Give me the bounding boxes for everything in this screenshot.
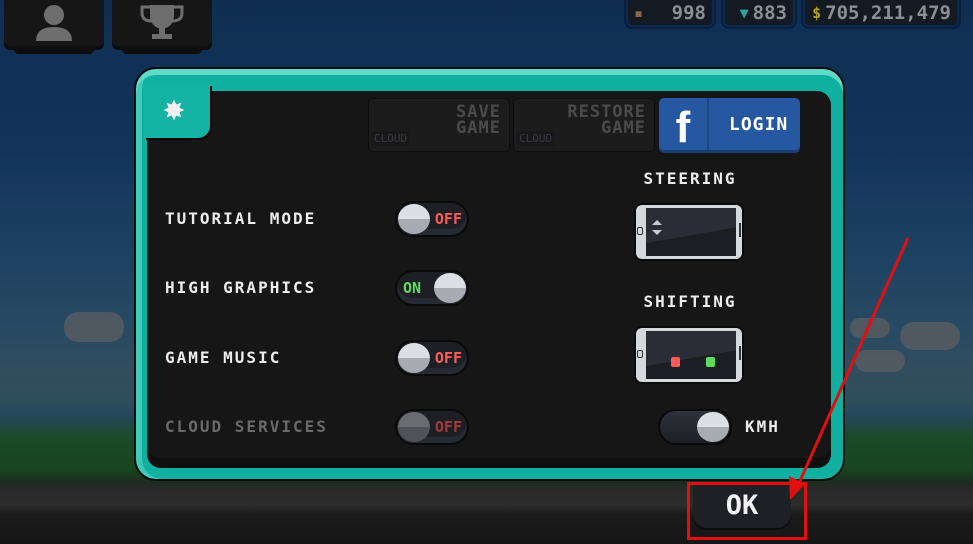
phone-screen [646,208,736,256]
shifting-selector[interactable] [634,326,744,384]
shift-up-icon [706,357,715,367]
toggle-knob [398,412,430,442]
crate-icon: ▪ [634,3,644,22]
gem-icon: ▼ [739,3,749,22]
tutorial-mode-label: TUTORIAL MODE [165,209,317,228]
cash-counter: $ 705,211,479 [803,0,959,27]
shift-down-icon [671,357,680,367]
crates-value: 998 [671,1,706,24]
phone-home-button [637,227,643,235]
profile-button[interactable] [4,0,104,46]
tutorial-mode-toggle[interactable]: OFF [395,201,469,237]
high-graphics-label: HIGH GRAPHICS [165,278,317,297]
ok-button[interactable]: OK [693,483,791,528]
crates-counter: ▪ 998 [626,0,714,27]
restore-game-label: RESTORE GAME [567,102,646,138]
toggle-knob [697,412,729,442]
background-cloud [900,322,960,350]
settings-tab: ✸ [144,84,210,138]
toggle-state: OFF [434,418,462,436]
toggle-state: ON [403,279,422,297]
restore-game-button[interactable]: CLOUD RESTORE GAME [513,98,655,152]
background-cloud [855,350,905,372]
game-music-label: GAME MUSIC [165,348,282,367]
trophy-icon [140,5,184,39]
game-music-toggle[interactable]: OFF [395,340,469,376]
dollar-icon: $ [812,3,822,22]
toggle-knob [398,343,430,373]
phone-home-button [637,350,643,358]
save-game-button[interactable]: CLOUD SAVE GAME [368,98,510,152]
gems-counter: ▼ 883 [723,0,795,27]
facebook-login-button[interactable]: f LOGIN [659,98,800,150]
person-icon [36,5,72,41]
steering-selector[interactable] [634,203,744,261]
facebook-icon: f [659,98,709,150]
arrow-up-icon [652,220,662,225]
facebook-login-label: LOGIN [729,113,789,135]
speed-units-label: KMH [745,417,780,436]
save-game-label: SAVE GAME [456,102,501,138]
toggle-knob [398,204,430,234]
background-cloud [64,312,124,342]
phone-side-button [739,346,741,360]
leaderboard-button[interactable] [112,0,212,46]
cash-value: 705,211,479 [825,1,951,24]
cloud-services-toggle[interactable]: OFF [395,409,469,445]
high-graphics-toggle[interactable]: ON [395,270,469,306]
steering-label: STEERING [643,169,737,188]
arrow-down-icon [652,230,662,235]
toggle-knob [434,273,466,303]
gems-value: 883 [752,1,787,24]
cloud-services-label: CLOUD SERVICES [165,417,328,436]
cloud-tag: CLOUD [372,131,410,146]
gear-icon: ✸ [163,88,185,129]
toggle-state: OFF [434,349,462,367]
speed-units-toggle[interactable] [658,409,732,445]
cloud-tag: CLOUD [517,131,555,146]
toggle-state: OFF [434,210,462,228]
background-cloud [850,318,890,338]
phone-screen [646,331,736,379]
shifting-label: SHIFTING [643,292,737,311]
phone-side-button [739,223,741,237]
